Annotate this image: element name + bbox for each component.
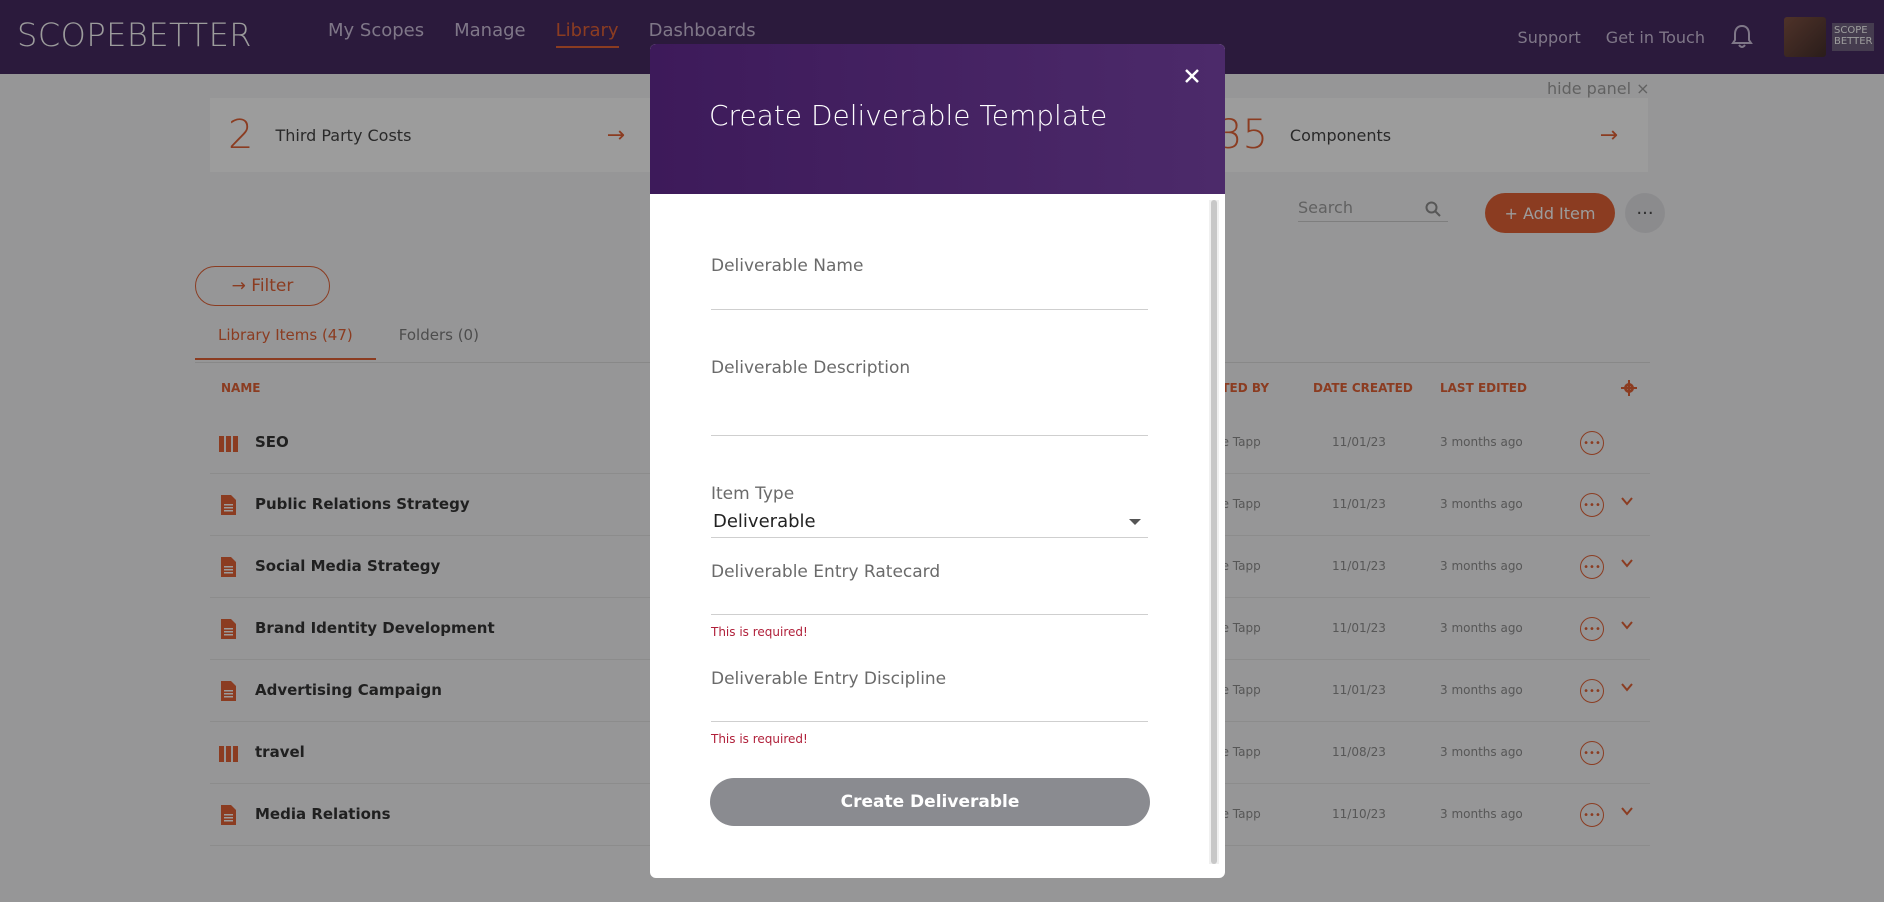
ratecard-label: Deliverable Entry Ratecard [711, 562, 941, 582]
scroll-thumb[interactable] [1211, 200, 1217, 864]
discipline-error: This is required! [711, 732, 808, 746]
ratecard-input[interactable] [711, 614, 1148, 615]
ratecard-error: This is required! [711, 625, 808, 639]
deliverable-name-label: Deliverable Name [711, 256, 864, 276]
caret-down-icon[interactable] [1129, 519, 1141, 525]
discipline-input[interactable] [711, 721, 1148, 722]
item-type-underline [711, 537, 1148, 538]
modal-header: Create Deliverable Template [650, 44, 1225, 194]
deliverable-description-label: Deliverable Description [711, 358, 911, 378]
close-icon[interactable] [1182, 66, 1202, 86]
item-type-select[interactable]: Deliverable [713, 511, 816, 532]
create-deliverable-button[interactable]: Create Deliverable [710, 778, 1150, 826]
modal-body: Deliverable Name Deliverable Description… [650, 194, 1225, 878]
create-deliverable-modal: Create Deliverable Template Deliverable … [650, 44, 1225, 878]
deliverable-name-input[interactable] [711, 309, 1148, 310]
item-type-label: Item Type [711, 484, 795, 504]
deliverable-description-input[interactable] [711, 435, 1148, 436]
modal-title: Create Deliverable Template [709, 99, 1108, 132]
modal-scrollbar[interactable] [1209, 200, 1219, 864]
discipline-label: Deliverable Entry Discipline [711, 669, 947, 689]
